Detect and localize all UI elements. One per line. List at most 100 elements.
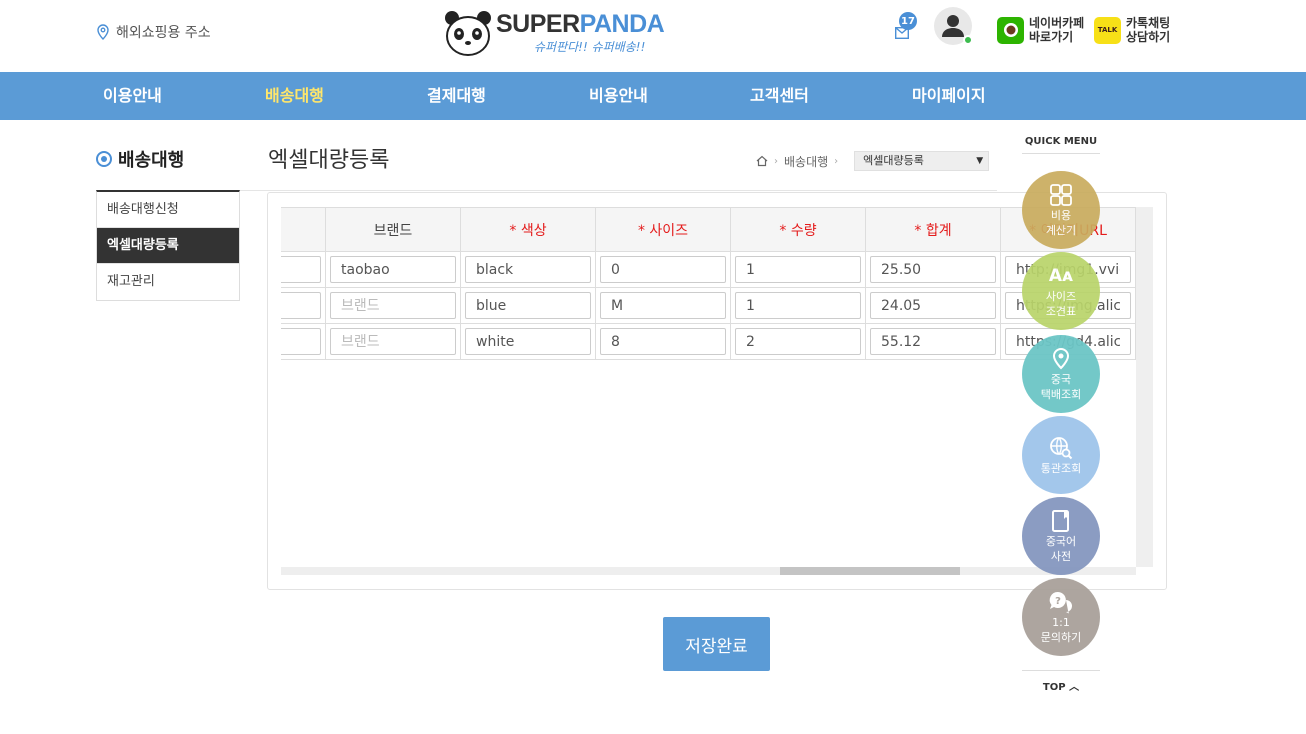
qty-field[interactable] xyxy=(735,256,861,283)
brand-field[interactable] xyxy=(330,328,456,355)
calculator-icon xyxy=(1050,182,1072,208)
total-field[interactable] xyxy=(870,256,996,283)
table-cell xyxy=(730,251,866,288)
home-icon[interactable] xyxy=(756,155,768,167)
excel-data-table: 브랜드 * 색상 * 사이즈 * 수량 * 합계 * 이미지URL xyxy=(281,207,1136,360)
nav-item-guide[interactable]: 이용안내 xyxy=(103,72,162,120)
prev-field[interactable] xyxy=(281,292,321,319)
quick-cost-calculator-button[interactable]: 비용 계산기 xyxy=(1022,171,1100,249)
quick-inquiry-button[interactable]: ? 1:1 문의하기 xyxy=(1022,578,1100,656)
breadcrumb-select[interactable]: 엑셀대량등록 ▼ xyxy=(854,151,990,171)
table-cell xyxy=(325,287,461,324)
size-field[interactable] xyxy=(600,292,726,319)
quick-label-1: 1:1 xyxy=(1052,616,1070,629)
quick-label-2: 조견표 xyxy=(1045,305,1077,318)
table-row xyxy=(281,251,1136,288)
scroll-top-button[interactable]: TOP ︿ xyxy=(1022,678,1100,693)
table-scroll-area[interactable]: 브랜드 * 색상 * 사이즈 * 수량 * 합계 * 이미지URL xyxy=(281,207,1136,567)
kakao-talk-icon: TALK xyxy=(1094,16,1121,44)
table-row xyxy=(281,287,1136,324)
sidebar-item-excel-upload[interactable]: 엑셀대량등록 xyxy=(97,228,239,264)
vertical-scrollbar[interactable] xyxy=(1136,207,1153,567)
color-field[interactable] xyxy=(465,256,591,283)
site-header: 해외쇼핑용 주소 SUPERPANDA 슈퍼판다!! 슈퍼배송!! 17 네이버… xyxy=(0,0,1306,72)
mail-button[interactable]: 17 xyxy=(893,12,917,40)
total-field[interactable] xyxy=(870,292,996,319)
prev-field[interactable] xyxy=(281,328,321,355)
table-cell xyxy=(730,323,866,360)
size-field[interactable] xyxy=(600,256,726,283)
breadcrumb-select-value: 엑셀대량등록 xyxy=(863,154,924,167)
nav-item-mypage[interactable]: 마이페이지 xyxy=(912,72,986,120)
quick-dictionary-button[interactable]: 중국어 사전 xyxy=(1022,497,1100,575)
horizontal-scrollbar[interactable] xyxy=(281,567,1136,575)
location-pin-icon xyxy=(97,24,109,40)
brand-field[interactable] xyxy=(330,256,456,283)
sidebar-item-shipping-request[interactable]: 배송대행신청 xyxy=(97,192,239,228)
quick-menu-title: QUICK MENU xyxy=(1024,136,1098,147)
globe-search-icon xyxy=(1049,435,1073,461)
online-status-dot xyxy=(963,35,973,45)
quick-china-tracking-button[interactable]: 중국 택배조회 xyxy=(1022,335,1100,413)
table-row xyxy=(281,323,1136,360)
table-cell xyxy=(865,323,1001,360)
location-pin-icon xyxy=(1051,346,1071,372)
kakao-label-2: 상담하기 xyxy=(1126,30,1171,44)
top-label: TOP xyxy=(1042,682,1066,693)
scrollbar-thumb[interactable] xyxy=(780,567,960,575)
quick-label-1: 사이즈 xyxy=(1045,290,1077,303)
chevron-up-icon: ︿ xyxy=(1069,682,1080,693)
user-avatar[interactable] xyxy=(934,7,973,45)
logo-slogan: 슈퍼판다!! 슈퍼배송!! xyxy=(534,40,646,54)
table-header-row: 브랜드 * 색상 * 사이즈 * 수량 * 합계 * 이미지URL xyxy=(281,207,1136,252)
quick-label-1: 중국어 xyxy=(1045,535,1077,548)
breadcrumb-current[interactable]: 배송대행 xyxy=(784,153,828,170)
svg-text:?: ? xyxy=(1055,596,1061,607)
nav-item-support[interactable]: 고객센터 xyxy=(750,72,809,120)
column-header-total: * 합계 xyxy=(865,207,1001,252)
prev-field[interactable] xyxy=(281,256,321,283)
naver-cafe-link[interactable]: 네이버카페 바로가기 xyxy=(997,16,1084,44)
target-icon xyxy=(96,151,112,167)
nav-item-shipping[interactable]: 배송대행 xyxy=(265,72,324,120)
column-header-brand: 브랜드 xyxy=(325,207,461,252)
qty-field[interactable] xyxy=(735,328,861,355)
table-cell xyxy=(865,287,1001,324)
kakao-chat-link[interactable]: TALK 카톡채팅 상담하기 xyxy=(1094,16,1170,44)
quick-label-1: 중국 xyxy=(1050,373,1072,386)
table-cell xyxy=(281,251,326,288)
quick-label-2: 사전 xyxy=(1050,550,1072,563)
color-field[interactable] xyxy=(465,292,591,319)
quick-label-2: 문의하기 xyxy=(1040,631,1082,644)
save-complete-button[interactable]: 저장완료 xyxy=(663,617,770,671)
color-field[interactable] xyxy=(465,328,591,355)
table-cell xyxy=(595,287,731,324)
chevron-right-icon: › xyxy=(834,155,839,167)
panda-logo-icon xyxy=(445,11,491,56)
nav-item-cost[interactable]: 비용안내 xyxy=(589,72,648,120)
table-cell xyxy=(460,251,596,288)
total-field[interactable] xyxy=(870,328,996,355)
qty-field[interactable] xyxy=(735,292,861,319)
brand-field[interactable] xyxy=(330,292,456,319)
main-nav: 이용안내 배송대행 결제대행 비용안내 고객센터 마이페이지 xyxy=(0,72,1306,120)
nav-item-payment[interactable]: 결제대행 xyxy=(427,72,486,120)
table-cell xyxy=(865,251,1001,288)
table-cell xyxy=(325,251,461,288)
table-cell xyxy=(460,287,596,324)
quick-customs-button[interactable]: 통관조회 xyxy=(1022,416,1100,494)
site-logo[interactable]: SUPERPANDA 슈퍼판다!! 슈퍼배송!! xyxy=(444,8,665,58)
quick-size-chart-button[interactable]: Aᴀ 사이즈 조견표 xyxy=(1022,252,1100,330)
quick-menu-divider xyxy=(1022,153,1100,154)
title-divider xyxy=(240,190,997,191)
table-cell xyxy=(460,323,596,360)
sidebar-title-text: 배송대행 xyxy=(118,150,185,171)
overseas-address-link[interactable]: 해외쇼핑용 주소 xyxy=(96,22,211,42)
table-cell xyxy=(325,323,461,360)
column-header-size: * 사이즈 xyxy=(595,207,731,252)
naver-cafe-icon xyxy=(997,16,1024,44)
size-field[interactable] xyxy=(600,328,726,355)
sidebar-item-inventory[interactable]: 재고관리 xyxy=(97,264,239,300)
dictionary-icon xyxy=(1051,508,1071,534)
logo-text: SUPERPANDA xyxy=(496,10,665,38)
